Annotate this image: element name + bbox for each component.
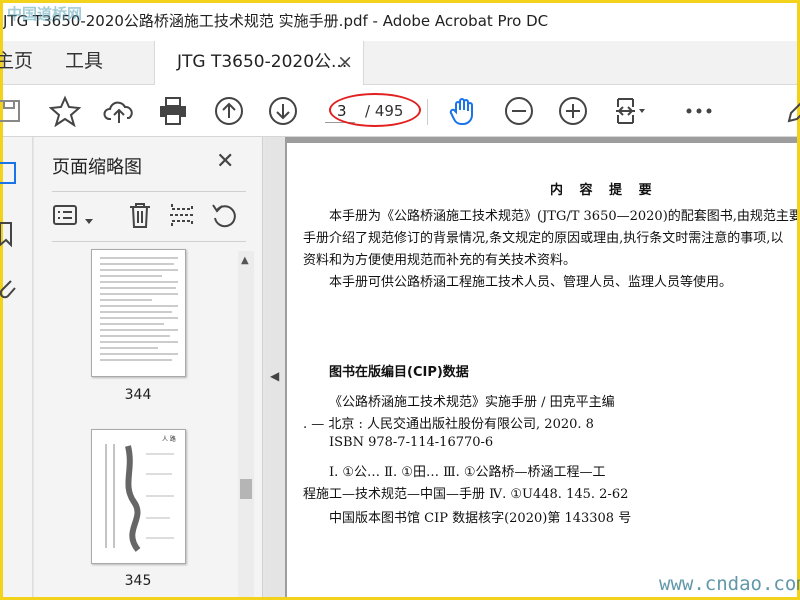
tab-bar: 主页 工具 JTG T3650-2020公... ×	[0, 41, 797, 85]
page-thumbnail[interactable]: 人 路	[91, 429, 186, 564]
zoom-out-icon[interactable]	[503, 95, 535, 127]
next-page-icon[interactable]	[267, 95, 299, 127]
insert-page-icon[interactable]	[168, 201, 196, 229]
thumbnail-page-label: 344	[124, 387, 152, 403]
zoom-in-icon[interactable]	[557, 95, 589, 127]
summary-line: 本手册为《公路桥涵施工技术规范》(JTG/T 3650—2020)的配套图书,由…	[329, 209, 797, 224]
edit-pdf-icon[interactable]	[783, 95, 800, 127]
fit-page-icon[interactable]	[613, 95, 645, 127]
panel-divider	[52, 191, 246, 192]
menu-home[interactable]: 主页	[0, 41, 33, 85]
cip-line: Ⅰ. ①公… Ⅱ. ①田… Ⅲ. ①公路桥—桥涵工程—工	[329, 465, 606, 480]
rotate-page-icon[interactable]	[210, 201, 238, 229]
window-title-bar: JTG T3650-2020公路桥涵施工技术规范 实施手册.pdf - Adob…	[3, 3, 797, 41]
thumbnail-scrollbar[interactable]: ▲	[238, 251, 254, 597]
main-toolbar: 3 / 495	[0, 85, 800, 137]
collapse-arrow-icon: ◀	[270, 369, 280, 383]
collapse-panel-handle[interactable]: ◀	[265, 137, 285, 597]
bookmark-star-icon[interactable]	[48, 95, 82, 128]
panel-title: 页面缩略图	[52, 157, 142, 178]
chevron-down-icon[interactable]	[84, 211, 94, 224]
toolbar-divider	[427, 99, 428, 125]
cip-title: 图书在版编目(CIP)数据	[329, 365, 469, 380]
thumbnail-options-icon[interactable]	[52, 201, 80, 229]
close-panel-icon[interactable]: ✕	[216, 149, 234, 174]
cip-line: 中国版本图书馆 CIP 数据核字(2020)第 143308 号	[329, 511, 632, 526]
document-view[interactable]: 内 容 提 要 本手册为《公路桥涵施工技术规范》(JTG/T 3650—2020…	[285, 137, 797, 597]
menu-tools[interactable]: 工具	[65, 41, 103, 85]
more-options-icon[interactable]	[683, 95, 715, 127]
delete-page-icon[interactable]	[126, 201, 154, 229]
page-thumbnails-panel: 页面缩略图 ✕ 344 人 路 345 ▲	[34, 137, 263, 597]
cip-line: . — 北京 : 人民交通出版社股份有限公司, 2020. 8	[303, 417, 594, 432]
thumbnail-header-text: 人 路	[162, 436, 176, 443]
page-heading: 内 容 提 要	[550, 183, 658, 198]
cip-line: ISBN 978-7-114-16770-6	[329, 435, 494, 450]
page-thumbnails-nav-icon[interactable]	[0, 161, 23, 187]
panel-divider	[52, 241, 246, 242]
save-icon[interactable]	[0, 95, 25, 127]
scroll-up-icon[interactable]: ▲	[241, 255, 249, 266]
previous-page-icon[interactable]	[213, 95, 245, 127]
watermark-bottom-right: www.cndao.com	[659, 573, 800, 595]
thumbnail-page-label: 345	[124, 573, 152, 589]
document-tab[interactable]: JTG T3650-2020公... ×	[154, 41, 364, 85]
pdf-page: 内 容 提 要 本手册为《公路桥涵施工技术规范》(JTG/T 3650—2020…	[287, 143, 797, 597]
cip-line: 《公路桥涵施工技术规范》实施手册 / 田克平主编	[329, 395, 615, 410]
red-annotation-circle	[329, 93, 421, 127]
summary-line: 本手册可供公路桥涵工程施工技术人员、管理人员、监理人员等使用。	[329, 275, 733, 290]
window-title: JTG T3650-2020公路桥涵施工技术规范 实施手册.pdf - Adob…	[3, 12, 549, 30]
summary-line: 手册介绍了规范修订的背景情况,条文规定的原因或理由,执行条文时需注意的事项,以	[303, 231, 784, 246]
navigation-rail	[0, 137, 33, 597]
attachments-nav-icon[interactable]	[0, 275, 23, 301]
scrollbar-thumb[interactable]	[240, 479, 252, 499]
print-icon[interactable]	[157, 95, 189, 127]
hand-tool-icon[interactable]	[447, 95, 479, 127]
document-tab-label: JTG T3650-2020公...	[177, 52, 348, 72]
upload-cloud-icon[interactable]	[103, 95, 135, 127]
watermark-top-left: 中国道桥网	[7, 5, 83, 23]
close-tab-icon[interactable]: ×	[337, 41, 353, 83]
summary-line: 资料和为方便使用规范而补充的有关技术资料。	[303, 253, 577, 268]
bookmarks-nav-icon[interactable]	[0, 221, 23, 248]
page-thumbnail[interactable]	[91, 249, 186, 377]
cip-line: 程施工—技术规范—中国—手册 Ⅳ. ①U448. 145. 2-62	[303, 487, 629, 502]
